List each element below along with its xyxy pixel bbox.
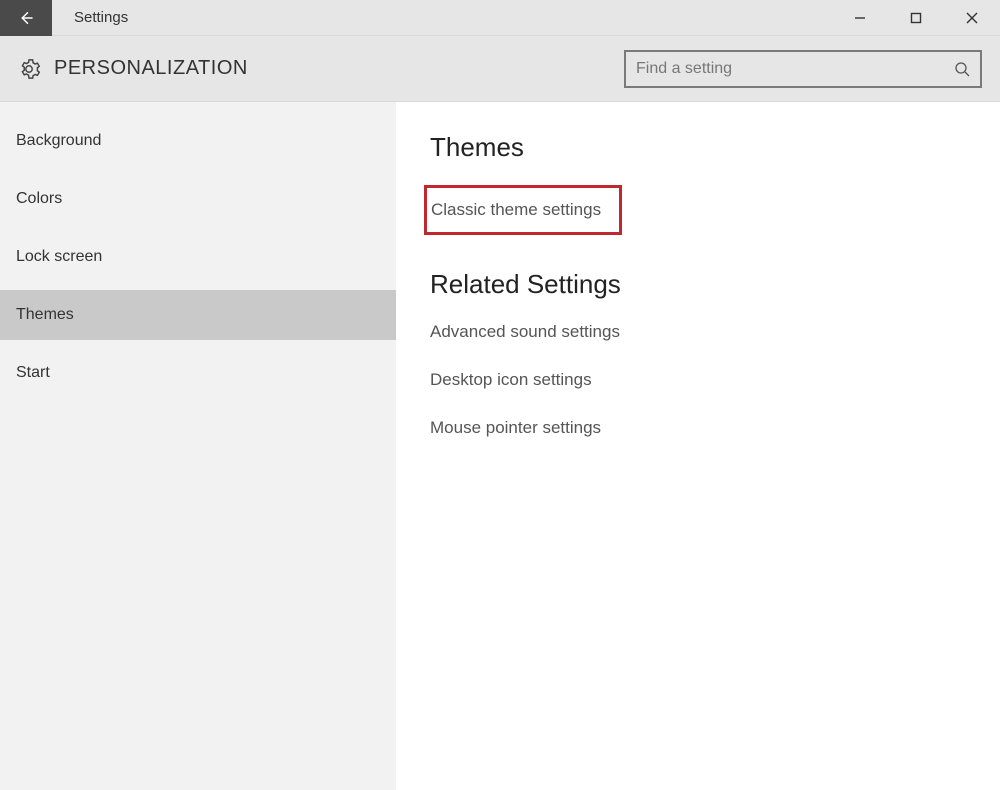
advanced-sound-settings-link[interactable]: Advanced sound settings (430, 322, 1000, 342)
window-title: Settings (74, 9, 128, 26)
maximize-button[interactable] (888, 0, 944, 36)
sidebar-item-label: Start (16, 364, 50, 382)
minimize-icon (854, 12, 866, 24)
back-arrow-icon (17, 9, 35, 27)
themes-heading: Themes (430, 132, 1000, 163)
highlight-annotation: Classic theme settings (424, 185, 622, 235)
classic-theme-settings-link[interactable]: Classic theme settings (431, 200, 601, 220)
related-links: Advanced sound settings Desktop icon set… (430, 322, 1000, 438)
search-box[interactable] (624, 50, 982, 88)
category-title: PERSONALIZATION (54, 57, 248, 80)
sidebar-item-colors[interactable]: Colors (0, 174, 396, 224)
desktop-icon-settings-link[interactable]: Desktop icon settings (430, 370, 1000, 390)
sidebar-item-themes[interactable]: Themes (0, 290, 396, 340)
close-icon (966, 12, 978, 24)
gear-icon (18, 58, 40, 80)
window-controls (832, 0, 1000, 35)
titlebar: Settings (0, 0, 1000, 36)
back-button[interactable] (0, 0, 52, 36)
sidebar-item-label: Lock screen (16, 248, 102, 266)
close-button[interactable] (944, 0, 1000, 36)
related-settings-heading: Related Settings (430, 269, 1000, 300)
search-input[interactable] (636, 60, 954, 78)
sidebar-item-start[interactable]: Start (0, 348, 396, 398)
maximize-icon (910, 12, 922, 24)
sidebar-item-label: Colors (16, 190, 62, 208)
sidebar: Background Colors Lock screen Themes Sta… (0, 102, 396, 790)
category-header: PERSONALIZATION (0, 36, 1000, 102)
minimize-button[interactable] (832, 0, 888, 36)
sidebar-item-label: Themes (16, 306, 74, 324)
mouse-pointer-settings-link[interactable]: Mouse pointer settings (430, 418, 1000, 438)
search-icon (954, 61, 970, 77)
sidebar-item-label: Background (16, 132, 101, 150)
body: Background Colors Lock screen Themes Sta… (0, 102, 1000, 790)
sidebar-item-background[interactable]: Background (0, 116, 396, 166)
sidebar-item-lock-screen[interactable]: Lock screen (0, 232, 396, 282)
content-pane: Themes Classic theme settings Related Se… (396, 102, 1000, 790)
